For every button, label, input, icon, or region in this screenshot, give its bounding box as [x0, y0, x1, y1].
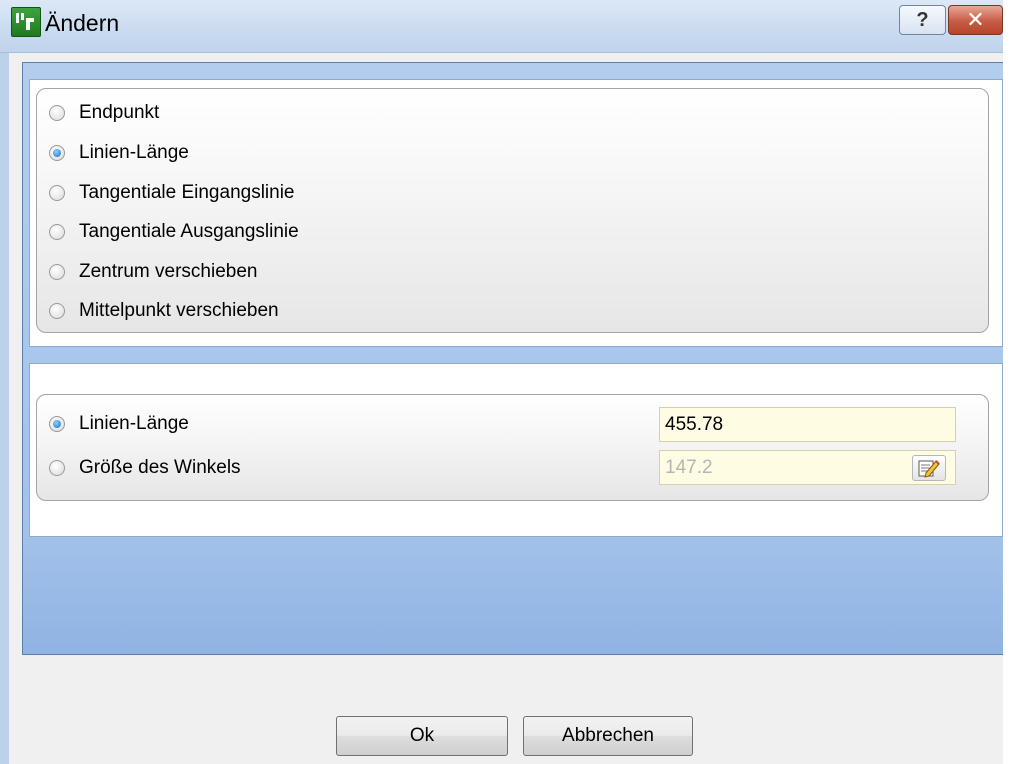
help-icon: ? [916, 8, 929, 31]
radio-zentrum-verschieben[interactable]: Zentrum verschieben [49, 258, 257, 286]
radio-button[interactable] [49, 105, 65, 121]
radio-label: Linien-Länge [79, 413, 189, 434]
ok-button[interactable]: Ok [336, 716, 508, 756]
radio-label: Größe des Winkels [79, 457, 241, 478]
radio-mittelpunkt-verschieben[interactable]: Mittelpunkt verschieben [49, 297, 279, 325]
window-title: Ändern [45, 10, 120, 36]
radio-label: Tangentiale Eingangslinie [79, 182, 295, 203]
line-length-input[interactable]: 455.78 [659, 407, 956, 442]
dialog-window: Ändern ? ✕ Endpunkt Linien-Länge Tangent… [0, 0, 1010, 764]
edit-icon[interactable] [912, 455, 946, 481]
radio-label: Endpunkt [79, 102, 160, 123]
radio-endpunkt[interactable]: Endpunkt [49, 99, 159, 127]
help-button[interactable]: ? [899, 5, 946, 35]
radio-label: Tangentiale Ausgangslinie [79, 221, 299, 242]
radio-value-winkel[interactable]: Größe des Winkels [49, 454, 241, 482]
radio-button[interactable] [49, 460, 65, 476]
close-button[interactable]: ✕ [948, 5, 1003, 35]
radio-button[interactable] [49, 264, 65, 280]
radio-tangentiale-ausgangslinie[interactable]: Tangentiale Ausgangslinie [49, 218, 299, 246]
radio-label: Zentrum verschieben [79, 261, 258, 282]
window-right-edge [1003, 0, 1010, 764]
radio-button[interactable] [49, 224, 65, 240]
radio-linien-laenge[interactable]: Linien-Länge [49, 139, 189, 167]
title-bar[interactable]: Ändern ? ✕ [0, 0, 1003, 53]
radio-value-linien-laenge[interactable]: Linien-Länge [49, 410, 189, 438]
radio-button-selected[interactable] [49, 416, 65, 432]
radio-label: Linien-Länge [79, 142, 189, 163]
radio-label: Mittelpunkt verschieben [79, 300, 279, 321]
radio-tangentiale-eingangslinie[interactable]: Tangentiale Eingangslinie [49, 179, 295, 207]
radio-button[interactable] [49, 303, 65, 319]
cancel-button[interactable]: Abbrechen [523, 716, 693, 756]
window-left-border [0, 0, 9, 764]
close-icon: ✕ [966, 7, 985, 32]
radio-button[interactable] [49, 185, 65, 201]
radio-button-selected[interactable] [49, 145, 65, 161]
app-icon [11, 7, 41, 37]
